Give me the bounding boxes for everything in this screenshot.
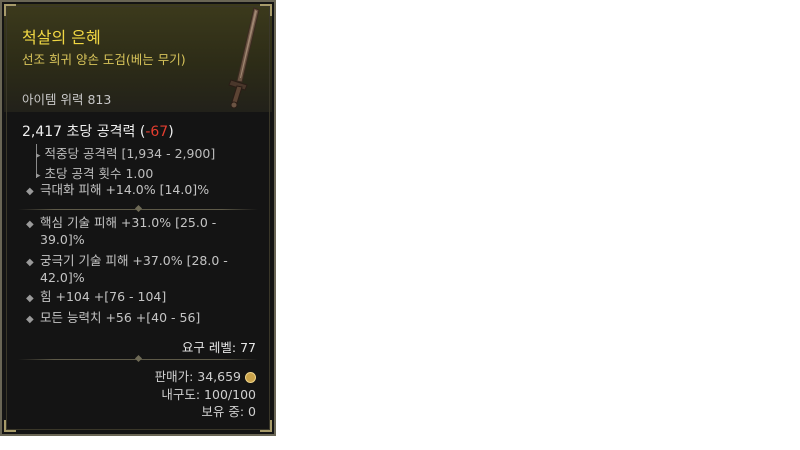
frame-corner-bottom-left — [4, 420, 16, 432]
dps-delta-close: ) — [168, 124, 174, 140]
greatsword-icon — [228, 7, 260, 109]
sell-price: 판매가: 34,659 — [154, 369, 241, 384]
item-name: 척살의 은혜 — [22, 28, 101, 47]
affix-ultimate-skill-damage: ◆ 궁극기 기술 피해 +37.0% [28.0 - 42.0]% — [26, 252, 258, 286]
frame-corner-top-left — [4, 4, 16, 16]
divider-gem-icon — [134, 354, 143, 363]
item-power: 아이템 위력 813 — [22, 92, 112, 107]
gold-coin-icon — [245, 372, 256, 383]
affix-text: 힘 +104 +[76 - 104] — [40, 289, 167, 304]
implicit-stat: ◆ 극대화 피해 +14.0% [14.0]% — [26, 181, 258, 198]
affix-text: 핵심 기술 피해 +31.0% [25.0 - 39.0]% — [40, 215, 217, 247]
affix-strength: ◆ 힘 +104 +[76 - 104] — [26, 288, 258, 305]
item-tooltip: 척살의 은혜 선조 희귀 양손 도검(베는 무기) 아이템 위력 813 2,4… — [0, 0, 276, 436]
affix-all-stats: ◆ 모든 능력치 +56 +[40 - 56] — [26, 309, 258, 326]
item-type: 선조 희귀 양손 도검(베는 무기) — [22, 52, 186, 67]
divider-gem-icon — [134, 204, 143, 213]
diamond-bullet-icon: ◆ — [26, 314, 34, 325]
diamond-bullet-icon: ◆ — [26, 257, 34, 268]
diamond-bullet-icon: ◆ — [26, 219, 34, 230]
arrow-right-icon: ▸ — [36, 151, 41, 161]
required-level: 요구 레벨: 77 — [181, 340, 256, 355]
implicit-stat-text: 극대화 피해 +14.0% [14.0]% — [40, 182, 210, 197]
dps-line: 2,417 초당 공격력 (-67) — [22, 121, 174, 141]
sub-stat-text: 적중당 공격력 [1,934 - 2,900] — [44, 146, 216, 161]
affix-text: 궁극기 기술 피해 +37.0% [28.0 - 42.0]% — [40, 253, 228, 285]
diamond-bullet-icon: ◆ — [26, 186, 34, 197]
arrow-right-icon: ▸ — [36, 171, 41, 181]
frame-corner-bottom-right — [260, 420, 272, 432]
owned-count: 보유 중: 0 — [201, 404, 256, 419]
sub-stat-text: 초당 공격 횟수 1.00 — [44, 166, 154, 181]
sell-price-row: 판매가: 34,659 — [155, 366, 256, 385]
divider-top — [18, 204, 258, 213]
dps-delta: -67 — [145, 124, 169, 140]
affix-core-skill-damage: ◆ 핵심 기술 피해 +31.0% [25.0 - 39.0]% — [26, 214, 258, 248]
sub-stat-damage-per-hit: ▸ 적중당 공격력 [1,934 - 2,900] — [36, 143, 215, 162]
affix-text: 모든 능력치 +56 +[40 - 56] — [40, 310, 201, 325]
divider-bottom — [18, 354, 258, 363]
sub-stat-attack-speed: ▸ 초당 공격 횟수 1.00 — [36, 163, 153, 182]
dps-value: 2,417 초당 공격력 — [22, 124, 136, 140]
diamond-bullet-icon: ◆ — [26, 293, 34, 304]
